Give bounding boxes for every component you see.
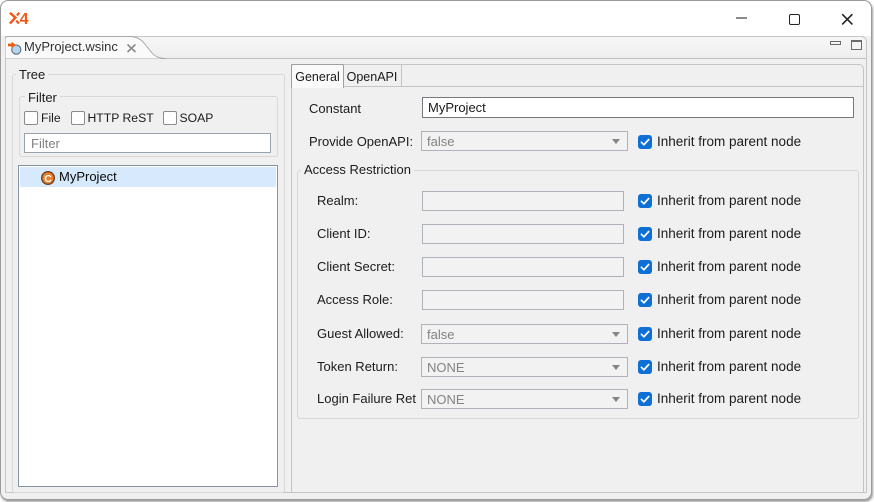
svg-text:4: 4: [20, 12, 29, 26]
svg-text:C: C: [44, 173, 52, 185]
